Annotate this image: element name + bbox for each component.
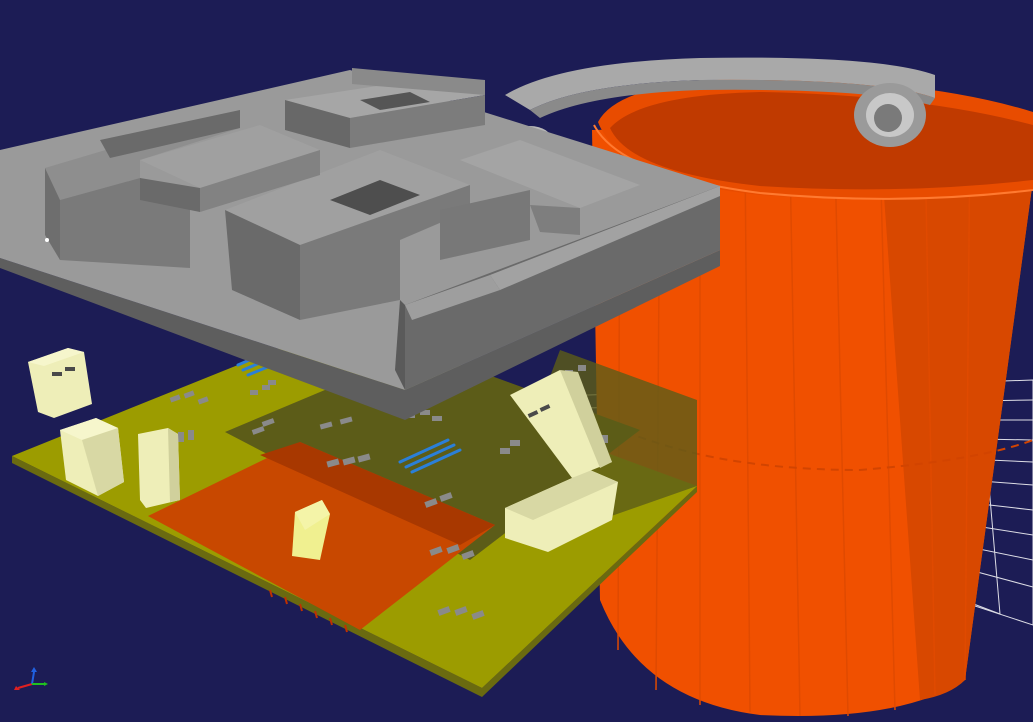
axis-triad[interactable]	[10, 666, 50, 696]
3d-viewport[interactable]	[0, 0, 1033, 722]
z-axis	[31, 671, 35, 685]
cream-component-3[interactable]	[138, 428, 180, 508]
z-axis-arrow	[31, 667, 37, 672]
3d-scene[interactable]	[0, 0, 1033, 722]
y-axis-arrow	[44, 682, 48, 686]
x-axis	[17, 683, 33, 689]
cream-component-1[interactable]	[28, 348, 92, 418]
